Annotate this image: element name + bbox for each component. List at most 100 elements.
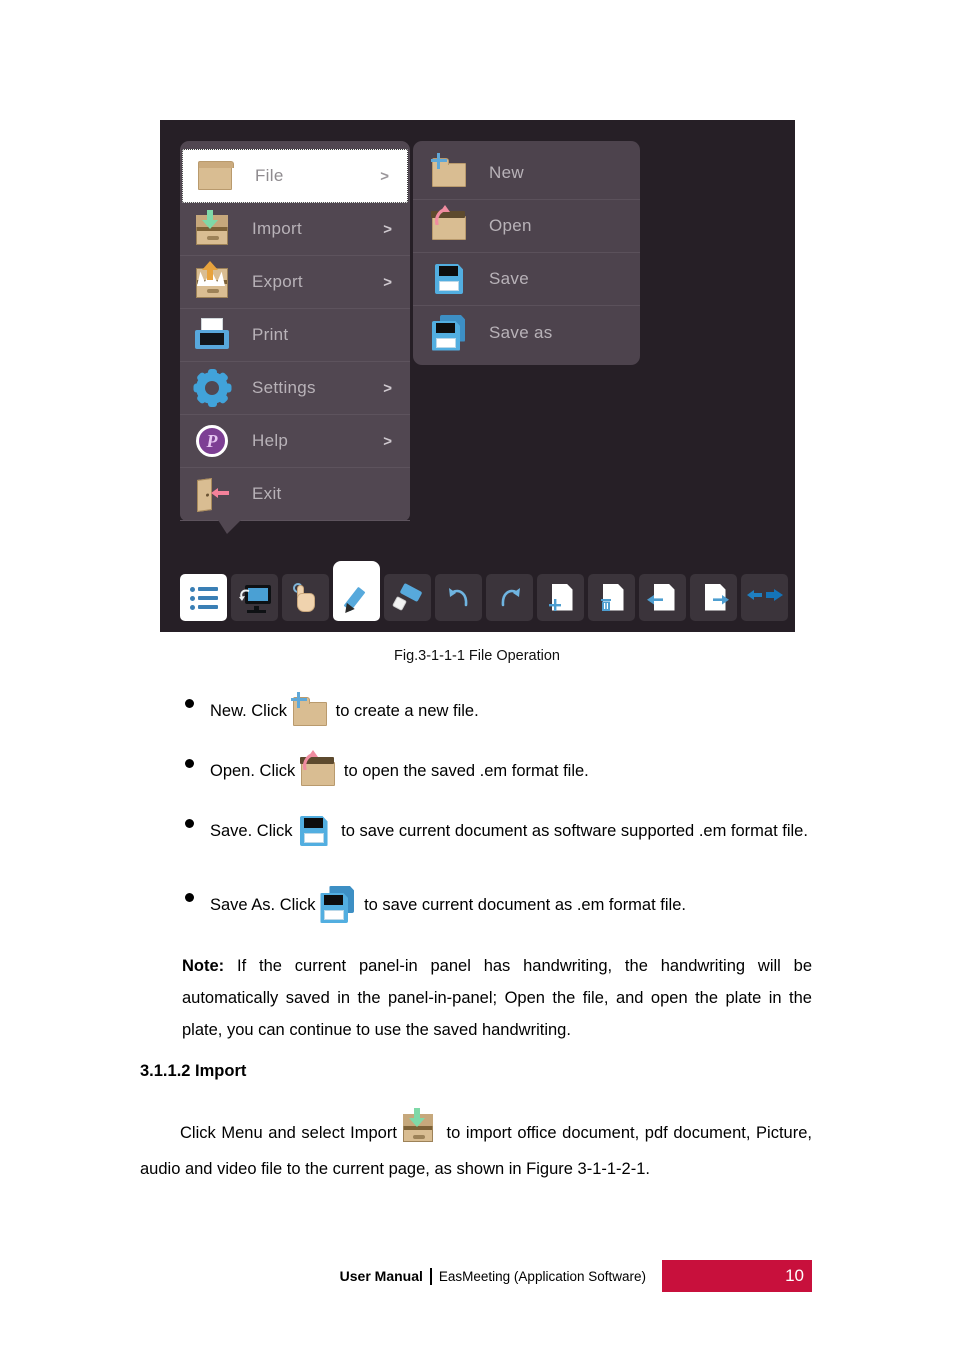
hand-tap-icon [292, 582, 319, 613]
pencil-icon [340, 583, 372, 617]
document-body: New. Click to create a new file. Open. C… [140, 690, 812, 1187]
help-circle-icon: P [192, 421, 232, 461]
folder-open-icon [429, 205, 469, 246]
list-icon [189, 583, 219, 613]
submenu-item-open[interactable]: Open [413, 200, 640, 253]
eraser-button[interactable] [384, 574, 431, 621]
page-plus-icon [548, 583, 574, 613]
note-block: Note: If the current panel-in panel has … [140, 950, 812, 1047]
bullet-dot-icon [185, 699, 194, 708]
submenu-item-open-label: Open [489, 216, 532, 235]
figure-file-operation-screenshot: File > Import > Export > Print Settings … [160, 120, 795, 632]
chevron-right-icon: > [383, 220, 392, 238]
chevron-right-icon: > [383, 379, 392, 397]
list-item: New. Click to create a new file. [140, 690, 812, 730]
folder-open-icon [295, 750, 339, 790]
menu-item-settings-label: Settings [252, 378, 316, 397]
page-left-icon [646, 583, 676, 613]
menu-item-settings[interactable]: Settings > [180, 362, 410, 415]
eraser-icon [391, 582, 423, 611]
bullet-save-after: to save current document as software sup… [341, 822, 808, 840]
screen-share-button[interactable] [231, 574, 278, 621]
list-item: Save As. Click to save current document … [140, 884, 812, 924]
file-menu-panel: File > Import > Export > Print Settings … [180, 141, 410, 534]
submenu-item-save[interactable]: Save [413, 253, 640, 306]
delete-page-button[interactable] [588, 574, 635, 621]
monitor-swap-icon [238, 583, 271, 613]
pen-button[interactable] [333, 561, 380, 621]
folder-new-icon [287, 690, 331, 730]
footer-manual-label: User Manual [339, 1268, 423, 1284]
bullet-new-before: New. Click [210, 702, 288, 720]
list-item: Save. Click to save current document as … [140, 810, 812, 850]
menu-callout-pointer [218, 520, 241, 534]
next-page-button[interactable] [690, 574, 737, 621]
undo-arrow-icon [445, 584, 473, 612]
menu-item-import[interactable]: Import > [180, 203, 410, 256]
add-page-button[interactable] [537, 574, 584, 621]
chevron-right-icon: > [383, 273, 392, 291]
page-number: 10 [785, 1266, 804, 1285]
chevron-right-icon: > [380, 167, 389, 185]
menu-item-exit[interactable]: Exit [180, 468, 410, 521]
submenu-item-save-as[interactable]: Save as [413, 306, 640, 359]
bullet-save-as-after: to save current document as .em format f… [364, 896, 686, 914]
floppy-save-icon [429, 259, 469, 299]
folder-icon [195, 156, 235, 196]
page-number-badge: 10 [662, 1260, 812, 1292]
printer-icon [192, 315, 232, 355]
bullet-save-before: Save. Click [210, 822, 293, 840]
import-box-icon [397, 1107, 441, 1150]
exit-door-icon [192, 474, 232, 514]
app-toolbar [180, 561, 788, 621]
menu-list-button[interactable] [180, 574, 227, 621]
redo-button[interactable] [486, 574, 533, 621]
import-paragraph: Click Menu and select Import to import o… [140, 1107, 812, 1188]
bullet-dot-icon [185, 819, 194, 828]
figure-caption: Fig.3-1-1-1 File Operation [393, 648, 560, 664]
page-footer: User Manual EasMeeting (Application Soft… [0, 1260, 954, 1292]
floppy-save-as-icon [429, 313, 469, 353]
footer-divider [429, 1267, 432, 1285]
bullet-save-as-before: Save As. Click [210, 896, 316, 914]
bullet-dot-icon [185, 893, 194, 902]
back-forward-icon [746, 585, 783, 610]
footer-text: User Manual EasMeeting (Application Soft… [340, 1260, 662, 1292]
export-box-icon [192, 261, 232, 302]
list-item: Open. Click to open the saved .em format… [140, 750, 812, 790]
submenu-item-save-label: Save [489, 269, 529, 288]
floppy-save-icon [293, 810, 337, 850]
undo-button[interactable] [435, 574, 482, 621]
bullet-new-after: to create a new file. [335, 702, 479, 720]
page-trash-icon [599, 583, 625, 613]
submenu-item-new[interactable]: New [413, 147, 640, 200]
page-right-icon [701, 583, 729, 613]
paragraph-before: Click Menu and select Import [180, 1123, 397, 1142]
touch-select-button[interactable] [282, 574, 329, 621]
menu-item-help[interactable]: P Help > [180, 415, 410, 468]
folder-new-icon [429, 153, 469, 193]
chevron-right-icon: > [383, 432, 392, 450]
menu-item-export[interactable]: Export > [180, 256, 410, 309]
file-submenu-panel: New Open Save Save as [413, 141, 640, 365]
menu-item-print-label: Print [252, 325, 289, 344]
menu-item-exit-label: Exit [252, 484, 282, 503]
section-heading: 3.1.1.2 Import [140, 1061, 247, 1080]
gear-icon [192, 368, 232, 408]
bullet-dot-icon [185, 759, 194, 768]
note-label: Note: [182, 957, 225, 975]
exit-nav-button[interactable] [741, 574, 788, 621]
bullet-open-before: Open. Click [210, 762, 296, 780]
submenu-item-new-label: New [489, 163, 524, 182]
submenu-item-save-as-label: Save as [489, 322, 553, 342]
floppy-save-as-icon [315, 884, 359, 924]
prev-page-button[interactable] [639, 574, 686, 621]
menu-item-file-label: File [255, 166, 284, 185]
menu-item-print[interactable]: Print [180, 309, 410, 362]
menu-item-import-label: Import [252, 219, 302, 238]
redo-arrow-icon [496, 584, 524, 612]
menu-item-file[interactable]: File > [182, 149, 408, 203]
note-text: If the current panel-in panel has handwr… [182, 957, 813, 1040]
bullet-open-after: to open the saved .em format file. [343, 762, 589, 780]
footer-product-label: EasMeeting (Application Software) [438, 1268, 646, 1284]
